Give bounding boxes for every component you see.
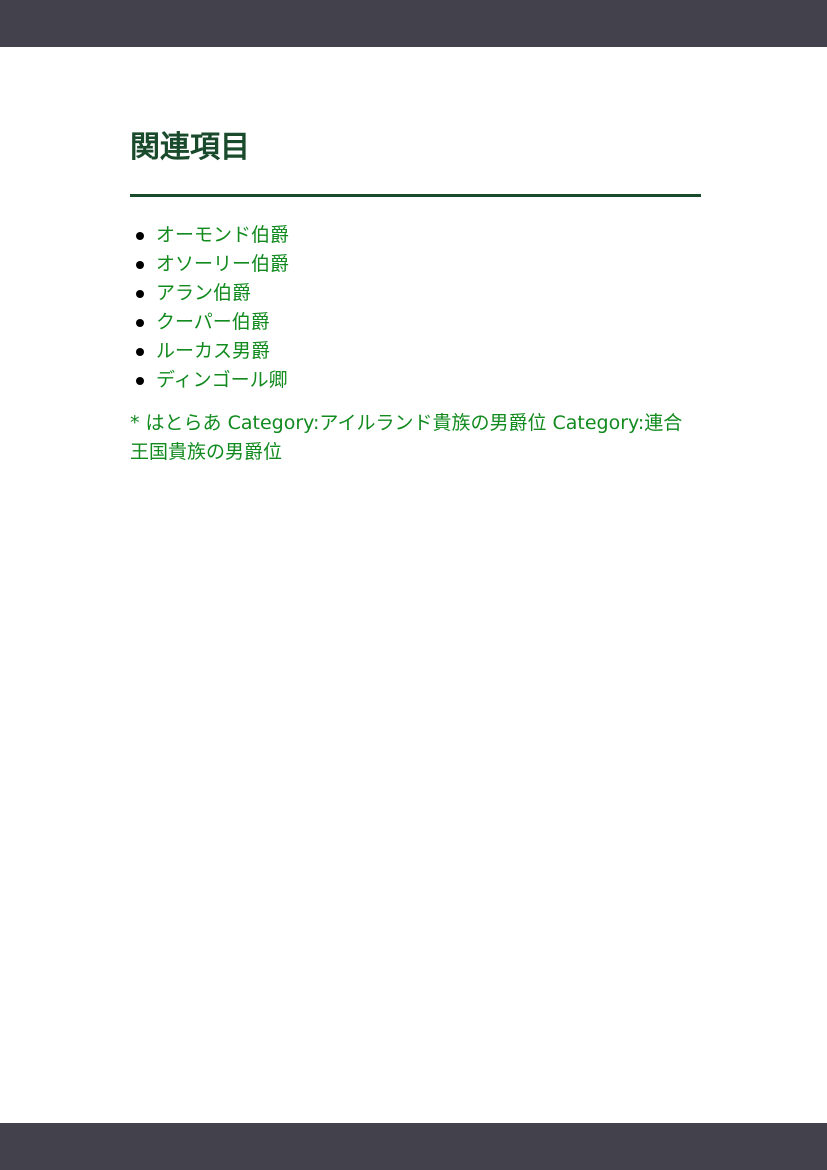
- top-bar: [0, 0, 827, 47]
- heading-divider: [130, 194, 701, 197]
- bullet-icon: [136, 261, 144, 269]
- related-link[interactable]: クーパー伯爵: [156, 311, 270, 333]
- list-item: ルーカス男爵: [130, 337, 701, 366]
- list-item: ディンゴール卿: [130, 366, 701, 395]
- category-text[interactable]: * はとらあ Category:アイルランド貴族の男爵位 Category:連合…: [130, 409, 701, 467]
- bottom-bar: [0, 1123, 827, 1170]
- bullet-icon: [136, 232, 144, 240]
- related-link[interactable]: オソーリー伯爵: [156, 253, 289, 275]
- bullet-icon: [136, 377, 144, 385]
- section-heading: 関連項目: [130, 130, 250, 165]
- list-item: アラン伯爵: [130, 279, 701, 308]
- bullet-icon: [136, 290, 144, 298]
- bullet-icon: [136, 348, 144, 356]
- article-section: 関連項目 オーモンド伯爵 オソーリー伯爵 アラン伯爵 クーパー伯爵 ルーカス男爵…: [130, 128, 701, 467]
- list-item: オソーリー伯爵: [130, 250, 701, 279]
- related-link[interactable]: ルーカス男爵: [156, 340, 270, 362]
- related-link[interactable]: アラン伯爵: [156, 282, 251, 304]
- related-link[interactable]: ディンゴール卿: [156, 369, 288, 391]
- list-item: オーモンド伯爵: [130, 221, 701, 250]
- bullet-icon: [136, 319, 144, 327]
- related-link[interactable]: オーモンド伯爵: [156, 224, 289, 246]
- related-links-list: オーモンド伯爵 オソーリー伯爵 アラン伯爵 クーパー伯爵 ルーカス男爵 ディンゴ…: [130, 221, 701, 395]
- list-item: クーパー伯爵: [130, 308, 701, 337]
